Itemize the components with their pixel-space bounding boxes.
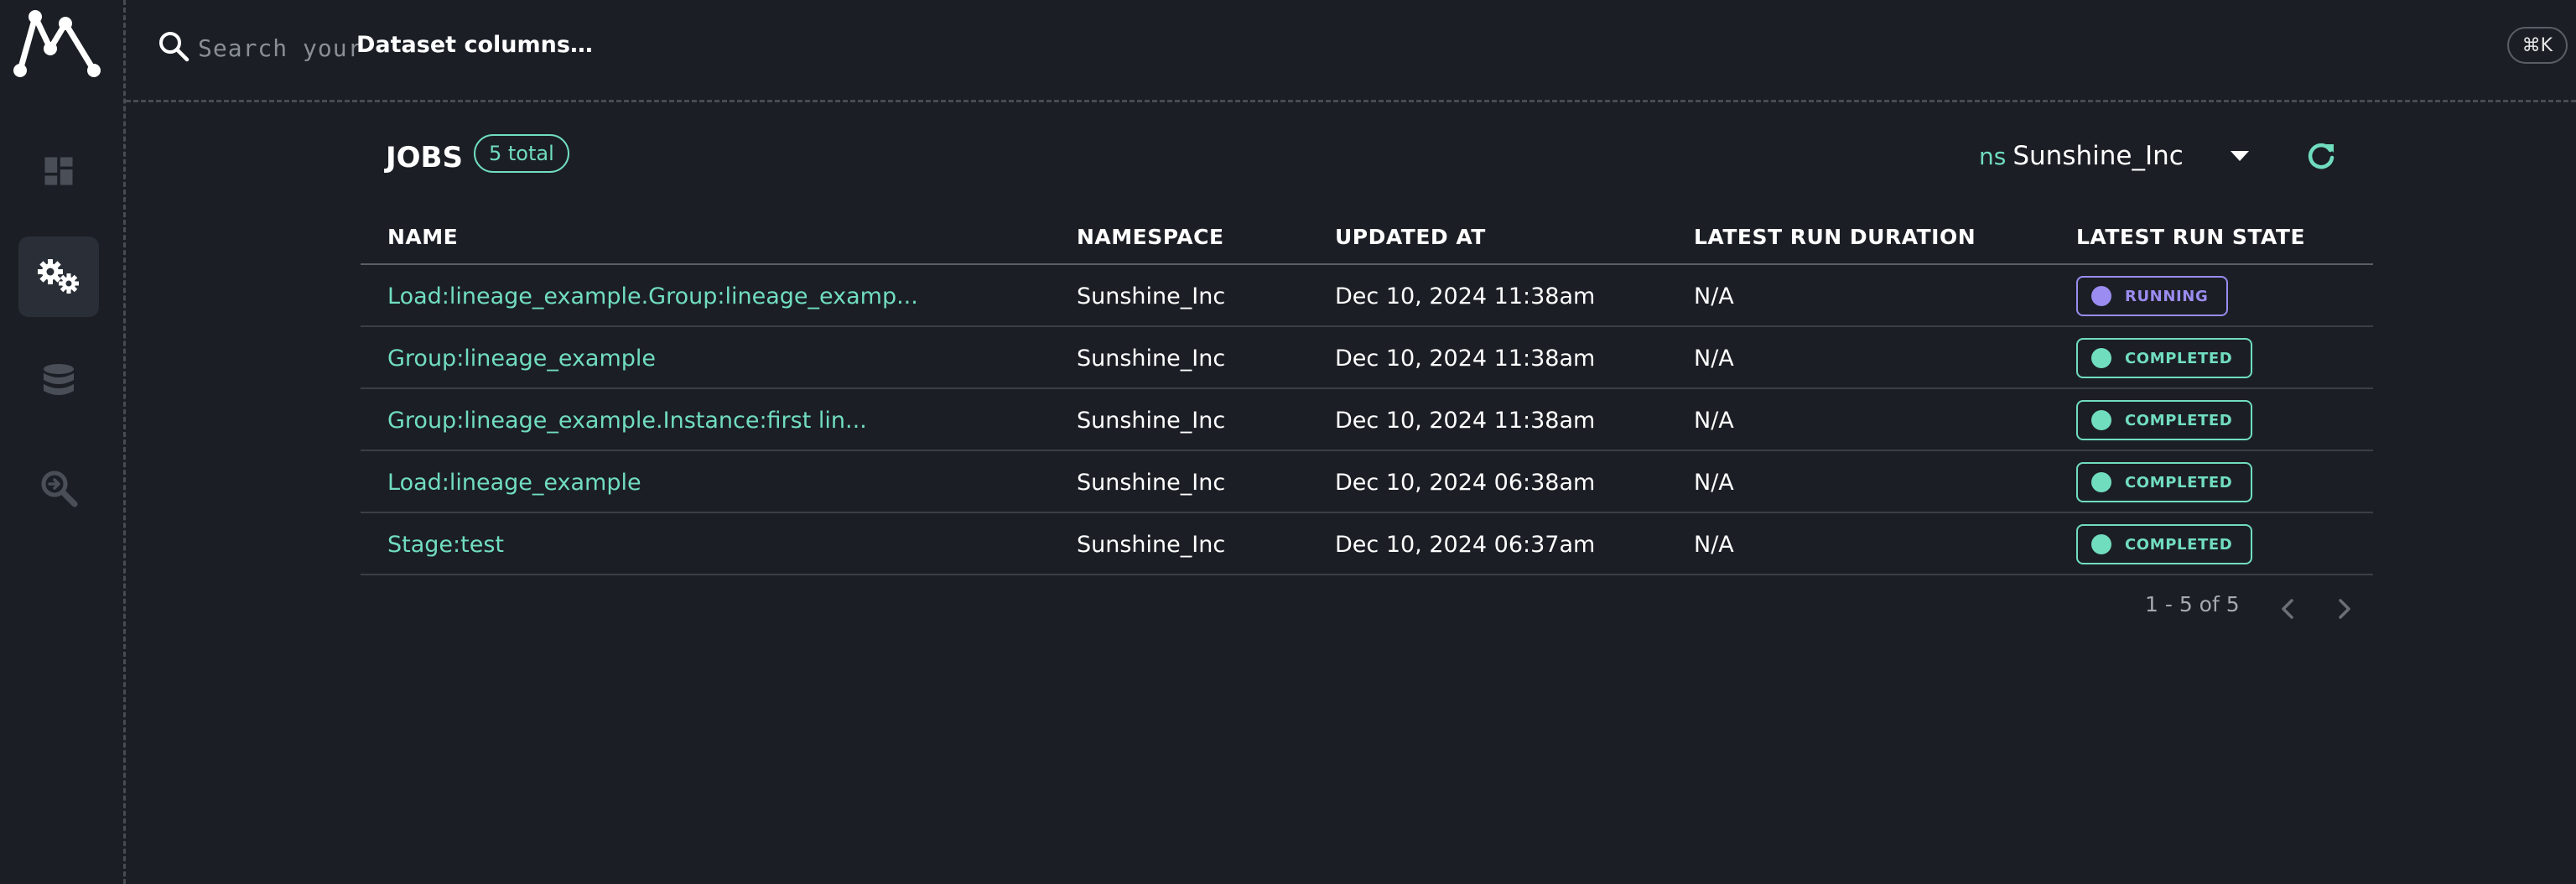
status-dot-icon <box>2091 286 2111 306</box>
status-label: COMPLETED <box>2125 411 2233 429</box>
status-badge: RUNNING <box>2076 276 2229 316</box>
header-namespace[interactable]: NAMESPACE <box>1077 225 1224 249</box>
search-icon <box>159 32 190 62</box>
table-row[interactable]: Stage:test Sunshine_Inc Dec 10, 2024 06:… <box>361 513 2373 575</box>
job-duration: N/A <box>1694 532 1734 558</box>
status-dot-icon <box>2091 534 2111 554</box>
job-updated-at: Dec 10, 2024 11:38am <box>1335 408 1596 434</box>
job-name-link[interactable]: Load:lineage_example.Group:lineage_examp… <box>387 283 918 309</box>
status-badge: COMPLETED <box>2076 462 2253 502</box>
namespace-prefix: ns <box>1979 142 2007 170</box>
refresh-icon[interactable] <box>2304 139 2338 173</box>
job-updated-at: Dec 10, 2024 06:37am <box>1335 532 1596 558</box>
job-name-link[interactable]: Stage:test <box>387 532 504 558</box>
chevron-left-icon <box>2282 599 2293 619</box>
namespace-select[interactable]: ns Sunshine_Inc <box>1979 136 2249 176</box>
pagination-range: 1 - 5 of 5 <box>2145 591 2240 616</box>
sidebar-item-datasets[interactable] <box>18 342 99 423</box>
status-label: COMPLETED <box>2125 349 2233 367</box>
chevron-right-icon <box>2339 599 2350 619</box>
job-namespace: Sunshine_Inc <box>1077 346 1226 372</box>
table-row[interactable]: Group:lineage_example Sunshine_Inc Dec 1… <box>361 327 2373 389</box>
job-updated-at: Dec 10, 2024 11:38am <box>1335 283 1596 309</box>
status-dot-icon <box>2091 410 2111 430</box>
table-row[interactable]: Load:lineage_example Sunshine_Inc Dec 10… <box>361 451 2373 513</box>
header-latest-run-duration[interactable]: LATEST RUN DURATION <box>1694 225 1976 249</box>
previous-page-button[interactable] <box>2274 595 2301 622</box>
job-duration: N/A <box>1694 283 1734 309</box>
next-page-button[interactable] <box>2331 595 2358 622</box>
sidebar-item-events[interactable] <box>18 448 99 528</box>
marquez-logo[interactable] <box>12 5 106 79</box>
status-dot-icon <box>2091 472 2111 492</box>
status-label: COMPLETED <box>2125 473 2233 491</box>
gears-icon <box>38 259 79 294</box>
status-badge: COMPLETED <box>2076 338 2253 378</box>
keyboard-shortcut-badge: ⌘K <box>2506 27 2568 64</box>
table-row[interactable]: Load:lineage_example.Group:lineage_examp… <box>361 265 2373 327</box>
status-badge: COMPLETED <box>2076 524 2253 564</box>
status-label: RUNNING <box>2125 287 2209 305</box>
job-namespace: Sunshine_Inc <box>1077 532 1226 558</box>
sidebar-item-dashboard[interactable] <box>18 131 99 211</box>
header-name[interactable]: NAME <box>387 225 458 249</box>
page-title: JOBS <box>386 141 463 174</box>
table-header-row: NAME NAMESPACE UPDATED AT LATEST RUN DUR… <box>361 205 2373 265</box>
job-name-link[interactable]: Load:lineage_example <box>387 470 641 496</box>
job-duration: N/A <box>1694 470 1734 496</box>
job-name-link[interactable]: Group:lineage_example <box>387 346 656 372</box>
table-row[interactable]: Group:lineage_example.Instance:first lin… <box>361 389 2373 451</box>
namespace-value: Sunshine_Inc <box>2012 141 2184 171</box>
job-name-link[interactable]: Group:lineage_example.Instance:first lin… <box>387 408 867 434</box>
job-updated-at: Dec 10, 2024 06:38am <box>1335 470 1596 496</box>
job-duration: N/A <box>1694 408 1734 434</box>
status-label: COMPLETED <box>2125 535 2233 554</box>
pagination: 1 - 5 of 5 <box>2145 587 2240 621</box>
search-input[interactable] <box>196 25 954 70</box>
header-latest-run-state[interactable]: LATEST RUN STATE <box>2076 225 2305 249</box>
job-namespace: Sunshine_Inc <box>1077 283 1226 309</box>
status-badge: COMPLETED <box>2076 400 2253 440</box>
header-updated-at[interactable]: UPDATED AT <box>1335 225 1486 249</box>
job-duration: N/A <box>1694 346 1734 372</box>
total-count-badge: 5 total <box>474 134 569 173</box>
app: Dataset columns… ⌘K JOBS 5 total ns Suns… <box>0 0 2576 884</box>
sidebar <box>0 0 126 884</box>
job-namespace: Sunshine_Inc <box>1077 470 1226 496</box>
job-namespace: Sunshine_Inc <box>1077 408 1226 434</box>
search-zoom-icon <box>41 471 78 507</box>
sidebar-item-jobs[interactable] <box>18 237 99 317</box>
topbar: Dataset columns… ⌘K <box>126 0 2576 102</box>
database-icon <box>44 364 74 395</box>
status-dot-icon <box>2091 348 2111 368</box>
jobs-table: NAME NAMESPACE UPDATED AT LATEST RUN DUR… <box>361 205 2373 575</box>
chevron-down-icon <box>2231 151 2249 161</box>
dashboard-icon <box>44 157 73 185</box>
job-updated-at: Dec 10, 2024 11:38am <box>1335 346 1596 372</box>
